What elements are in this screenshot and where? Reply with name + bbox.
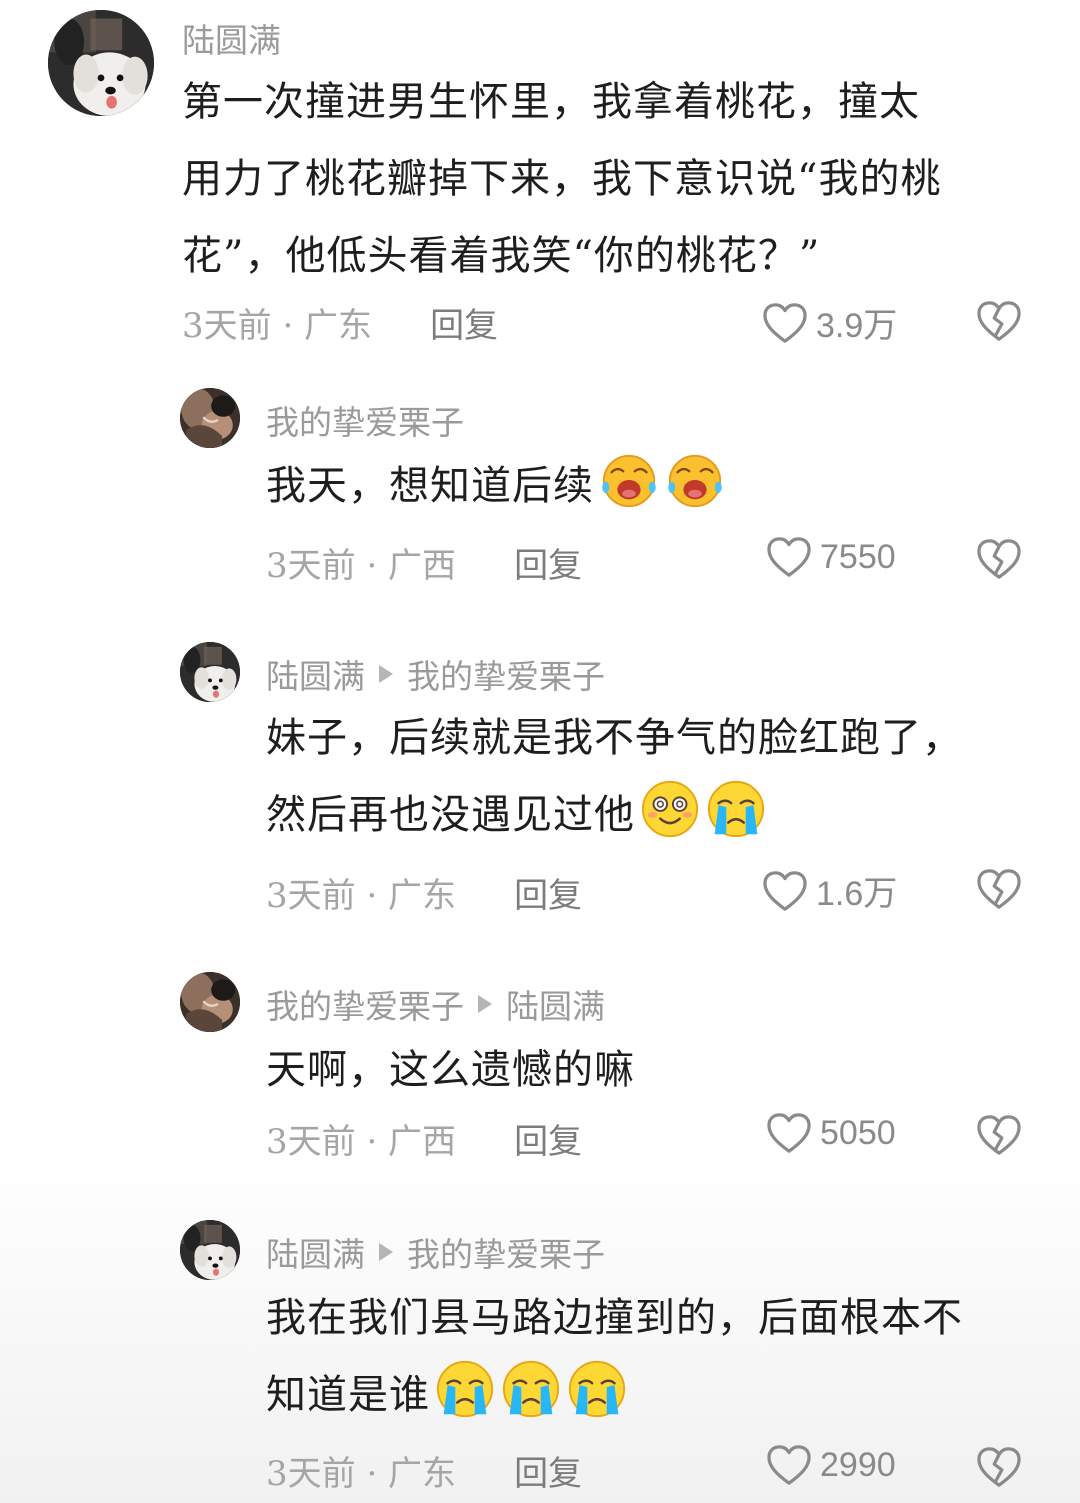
comment-line: 我天，想知道后续 (266, 448, 726, 525)
reply-button[interactable]: 回复 (514, 1446, 582, 1495)
avatar[interactable] (48, 10, 154, 116)
reply-arrow-icon (379, 1243, 393, 1261)
like-count: 5050 (820, 1113, 896, 1152)
reply-to-username[interactable]: 我的挚爱栗子 (407, 1228, 605, 1276)
heart-icon (766, 1112, 812, 1154)
reply-item: 我的挚爱栗子 陆圆满 天啊，这么遗憾的嘛 3天前 · 广西 回复 5050 (0, 966, 1080, 1186)
comment-line: 我在我们县马路边撞到的，后面根本不 (266, 1295, 963, 1341)
like-button[interactable]: 7550 (766, 536, 896, 578)
like-count: 7550 (820, 537, 896, 576)
comment-meta: 3天前 · 广东 回复 (266, 1446, 582, 1495)
like-count: 3.9万 (816, 307, 898, 345)
comment-text: 妹子，后续就是我不争气的脸红跑了， 然后再也没遇见过他 (266, 700, 963, 854)
broken-heart-icon (976, 868, 1022, 910)
broken-heart-icon (976, 538, 1022, 580)
white-dog-avatar-image (48, 10, 154, 116)
dislike-button[interactable] (976, 300, 1022, 346)
dark-photo-avatar-image (180, 972, 240, 1032)
comment-line: 天啊，这么遗憾的嘛 (266, 1047, 635, 1093)
reply-arrow-icon (379, 665, 393, 683)
white-dog-avatar-image (180, 1220, 240, 1280)
comment-meta: 3天前 · 广西 回复 (266, 1114, 582, 1163)
like-count: 1.6万 (816, 875, 898, 913)
comment-text: 天啊，这么遗憾的嘛 (266, 1032, 635, 1109)
heart-icon (766, 536, 812, 578)
tearful-face-emoji (500, 1358, 562, 1420)
avatar[interactable] (180, 642, 240, 702)
tearful-face-emoji (705, 778, 767, 840)
reply-button[interactable]: 回复 (514, 538, 582, 587)
like-button[interactable]: 1.6万 (762, 866, 897, 915)
broken-heart-icon (976, 300, 1022, 342)
like-count: 2990 (820, 1445, 896, 1484)
avatar[interactable] (180, 388, 240, 448)
username-text: 我的挚爱栗子 (266, 987, 464, 1026)
comment-username[interactable]: 陆圆满 我的挚爱栗子 (266, 1228, 605, 1276)
comment-username[interactable]: 陆圆满 (182, 14, 281, 62)
avatar[interactable] (180, 1220, 240, 1280)
reply-to-username[interactable]: 陆圆满 (506, 980, 605, 1028)
comment-line-text: 然后再也没遇见过他 (266, 792, 635, 838)
avatar[interactable] (180, 972, 240, 1032)
comment-item: 陆圆满 第一次撞进男生怀里，我拿着桃花，撞太 用力了桃花瓣掉下来，我下意识说“我… (0, 0, 1080, 360)
reply-button[interactable]: 回复 (430, 298, 498, 347)
time-location: 3天前 · 广东 (266, 876, 457, 916)
tearful-face-emoji (566, 1358, 628, 1420)
comment-meta: 3天前 · 广东 回复 (266, 868, 582, 917)
time-location: 3天前 · 广东 (182, 306, 373, 346)
comment-text: 我在我们县马路边撞到的，后面根本不 知道是谁 (266, 1280, 963, 1434)
crying-face-emoji (664, 449, 726, 511)
comment-username[interactable]: 我的挚爱栗子 (266, 396, 464, 444)
broken-heart-icon (976, 1446, 1022, 1488)
username-text: 陆圆满 (266, 1235, 365, 1274)
comment-line: 用力了桃花瓣掉下来，我下意识说“我的桃 (182, 156, 942, 202)
comment-meta: 3天前 · 广西 回复 (266, 538, 582, 587)
heart-icon (762, 870, 808, 912)
heart-icon (766, 1444, 812, 1486)
comment-line: 第一次撞进男生怀里，我拿着桃花，撞太 (182, 79, 920, 125)
reply-arrow-icon (478, 995, 492, 1013)
comment-line-text: 知道是谁 (266, 1372, 430, 1418)
dislike-button[interactable] (976, 1114, 1022, 1160)
comment-line: 妹子，后续就是我不争气的脸红跑了， (266, 715, 963, 761)
dislike-button[interactable] (976, 1446, 1022, 1492)
reply-item: 陆圆满 我的挚爱栗子 我在我们县马路边撞到的，后面根本不 知道是谁 3天前 · … (0, 1214, 1080, 1503)
broken-heart-icon (976, 1114, 1022, 1156)
like-button[interactable]: 5050 (766, 1112, 896, 1154)
comment-line: 然后再也没遇见过他 (266, 777, 963, 854)
time-location: 3天前 · 广东 (266, 1454, 457, 1494)
username-text: 陆圆满 (266, 657, 365, 696)
comment-username[interactable]: 陆圆满 我的挚爱栗子 (266, 650, 605, 698)
comment-text: 第一次撞进男生怀里，我拿着桃花，撞太 用力了桃花瓣掉下来，我下意识说“我的桃 花… (182, 64, 941, 295)
like-button[interactable]: 3.9万 (762, 298, 897, 347)
username-text: 陆圆满 (182, 21, 281, 60)
comment-text: 我天，想知道后续 (266, 448, 726, 525)
comment-meta: 3天前 · 广东 回复 (182, 298, 498, 347)
comment-username[interactable]: 我的挚爱栗子 陆圆满 (266, 980, 605, 1028)
reply-button[interactable]: 回复 (514, 1114, 582, 1163)
dislike-button[interactable] (976, 868, 1022, 914)
comment-line-text: 我天，想知道后续 (266, 463, 594, 509)
dark-photo-avatar-image (180, 388, 240, 448)
username-text: 我的挚爱栗子 (266, 403, 464, 442)
like-button[interactable]: 2990 (766, 1444, 896, 1486)
crying-face-emoji (598, 449, 660, 511)
white-dog-avatar-image (180, 642, 240, 702)
reply-to-username[interactable]: 我的挚爱栗子 (407, 650, 605, 698)
time-location: 3天前 · 广西 (266, 546, 457, 586)
dizzy-smile-emoji (639, 778, 701, 840)
reply-button[interactable]: 回复 (514, 868, 582, 917)
comment-line: 知道是谁 (266, 1357, 963, 1434)
reply-item: 我的挚爱栗子 我天，想知道后续 3天前 · 广西 回复 7550 (0, 380, 1080, 610)
time-location: 3天前 · 广西 (266, 1122, 457, 1162)
comment-line: 花”，他低头看着我笑“你的桃花？” (182, 233, 821, 279)
tearful-face-emoji (434, 1358, 496, 1420)
reply-item: 陆圆满 我的挚爱栗子 妹子，后续就是我不争气的脸红跑了， 然后再也没遇见过他 3… (0, 636, 1080, 936)
dislike-button[interactable] (976, 538, 1022, 584)
heart-icon (762, 302, 808, 344)
